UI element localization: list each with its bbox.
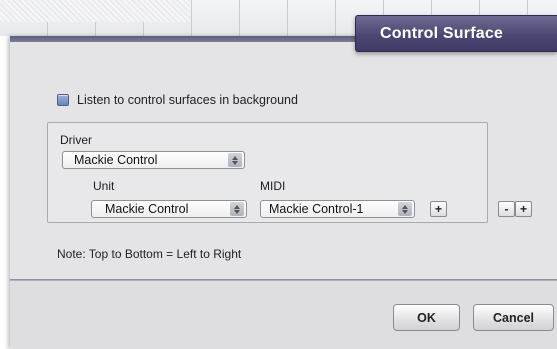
add-midi-button[interactable]: + — [430, 201, 447, 217]
listen-background-row[interactable]: Listen to control surfaces in background — [57, 93, 298, 107]
driver-popup[interactable]: Mackie Control — [62, 151, 245, 169]
add-unit-button[interactable]: + — [515, 201, 532, 217]
dialog-title-text: Control Surface — [380, 24, 504, 42]
popup-arrows-icon — [230, 202, 244, 216]
unit-popup-value: Mackie Control — [105, 202, 189, 216]
cancel-button[interactable]: Cancel — [473, 304, 554, 331]
midi-label: MIDI — [260, 179, 286, 193]
popup-arrows-icon — [398, 202, 412, 216]
driver-popup-value: Mackie Control — [74, 153, 158, 167]
driver-label: Driver — [60, 133, 92, 147]
screen: Control Surface Listen to control surfac… — [0, 0, 557, 349]
unit-popup[interactable]: Mackie Control — [91, 200, 247, 218]
remove-unit-button[interactable]: - — [498, 201, 515, 217]
listen-background-label: Listen to control surfaces in background — [77, 93, 298, 107]
note-text: Note: Top to Bottom = Left to Right — [57, 247, 242, 261]
dialog-title: Control Surface — [355, 15, 557, 52]
background-hatch — [0, 0, 190, 22]
unit-label: Unit — [93, 179, 115, 193]
listen-background-checkbox[interactable] — [57, 94, 69, 106]
ok-button[interactable]: OK — [393, 304, 460, 331]
midi-popup-value: Mackie Control-1 — [269, 202, 364, 216]
midi-popup[interactable]: Mackie Control-1 — [260, 200, 415, 218]
popup-arrows-icon — [228, 153, 242, 167]
